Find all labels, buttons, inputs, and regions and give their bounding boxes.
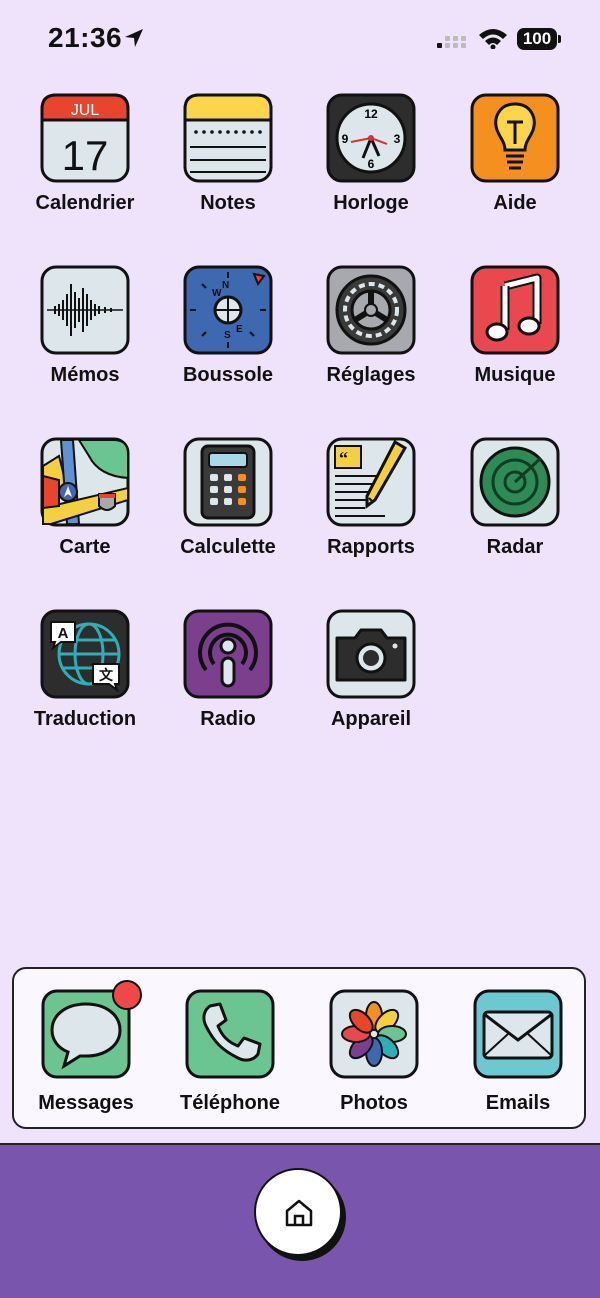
app-label: Téléphone	[179, 1092, 280, 1114]
app-aide[interactable]: Aide	[443, 92, 587, 252]
app-label: Photos	[340, 1092, 408, 1114]
radar-icon	[469, 436, 561, 528]
dock-app-emails[interactable]: Emails	[446, 988, 590, 1148]
app-label: Horloge	[333, 192, 409, 214]
map-icon	[39, 436, 131, 528]
app-label: Boussole	[182, 364, 274, 386]
dock-app-telephone[interactable]: Téléphone	[158, 988, 302, 1148]
dock: Messages Téléphone Photos Emails	[12, 967, 586, 1129]
compass-icon: W N E S	[182, 264, 274, 356]
svg-text:A: A	[58, 625, 69, 642]
photos-flower-icon	[328, 988, 420, 1080]
svg-text:文: 文	[99, 667, 114, 684]
app-label: Musique	[474, 364, 556, 386]
dock-app-photos[interactable]: Photos	[302, 988, 446, 1148]
home-icon	[285, 1199, 313, 1227]
calendar-icon: JUL 17	[39, 92, 131, 184]
app-label: Mémos	[50, 364, 120, 386]
camera-icon	[325, 608, 417, 700]
app-traduction[interactable]: A 文 Traduction	[13, 608, 157, 768]
svg-text:JUL: JUL	[71, 102, 100, 119]
app-boussole[interactable]: W N E S Boussole	[156, 264, 300, 424]
app-label: Traduction	[33, 708, 137, 730]
clock-icon: 12 3 6 9	[325, 92, 417, 184]
app-label: Notes	[200, 192, 256, 214]
music-note-icon	[469, 264, 561, 356]
svg-text:S: S	[224, 330, 231, 341]
app-label: Carte	[59, 536, 111, 558]
envelope-icon	[472, 988, 564, 1080]
svg-text:E: E	[236, 324, 243, 335]
app-radio[interactable]: Radio	[156, 608, 300, 768]
svg-text:6: 6	[368, 157, 375, 171]
notes-icon	[182, 92, 274, 184]
app-horloge[interactable]: 12 3 6 9 Horloge	[299, 92, 443, 252]
notification-badge	[112, 980, 142, 1010]
app-label: Réglages	[326, 364, 416, 386]
podcast-icon	[182, 608, 274, 700]
lightbulb-icon	[469, 92, 561, 184]
app-label: Calendrier	[35, 192, 135, 214]
svg-text:9: 9	[342, 132, 349, 146]
home-button[interactable]	[254, 1168, 342, 1256]
app-label: Messages	[38, 1092, 134, 1114]
svg-text:W: W	[212, 288, 222, 299]
gear-icon	[325, 264, 417, 356]
waveform-icon	[39, 264, 131, 356]
app-carte[interactable]: Carte	[13, 436, 157, 596]
app-musique[interactable]: Musique	[443, 264, 587, 424]
app-calculette[interactable]: Calculette	[156, 436, 300, 596]
translate-icon: A 文	[39, 608, 131, 700]
app-reglages[interactable]: Réglages	[299, 264, 443, 424]
app-label: Calculette	[180, 536, 276, 558]
app-label: Aide	[493, 192, 537, 214]
dock-app-messages[interactable]: Messages	[14, 980, 158, 1148]
app-calendrier[interactable]: JUL 17 Calendrier	[13, 92, 157, 252]
app-grid: JUL 17 Calendrier Notes 12 3 6 9 Horloge…	[0, 0, 600, 760]
app-appareil[interactable]: Appareil	[299, 608, 443, 768]
app-label: Rapports	[327, 536, 415, 558]
svg-text:N: N	[222, 280, 229, 291]
phone-icon	[184, 988, 276, 1080]
message-bubble-icon	[40, 980, 142, 1080]
app-memos[interactable]: Mémos	[13, 264, 157, 424]
app-label: Appareil	[330, 708, 412, 730]
app-label: Radio	[200, 708, 256, 730]
newspaper-icon: “	[325, 436, 417, 528]
svg-text:3: 3	[394, 132, 401, 146]
svg-text:12: 12	[364, 107, 378, 121]
app-label: Emails	[485, 1092, 551, 1114]
calculator-icon	[182, 436, 274, 528]
svg-text:17: 17	[62, 132, 109, 179]
app-rapports[interactable]: “ Rapports	[299, 436, 443, 596]
app-notes[interactable]: Notes	[156, 92, 300, 252]
app-radar[interactable]: Radar	[443, 436, 587, 596]
svg-text:“: “	[339, 448, 348, 468]
app-label: Radar	[486, 536, 544, 558]
